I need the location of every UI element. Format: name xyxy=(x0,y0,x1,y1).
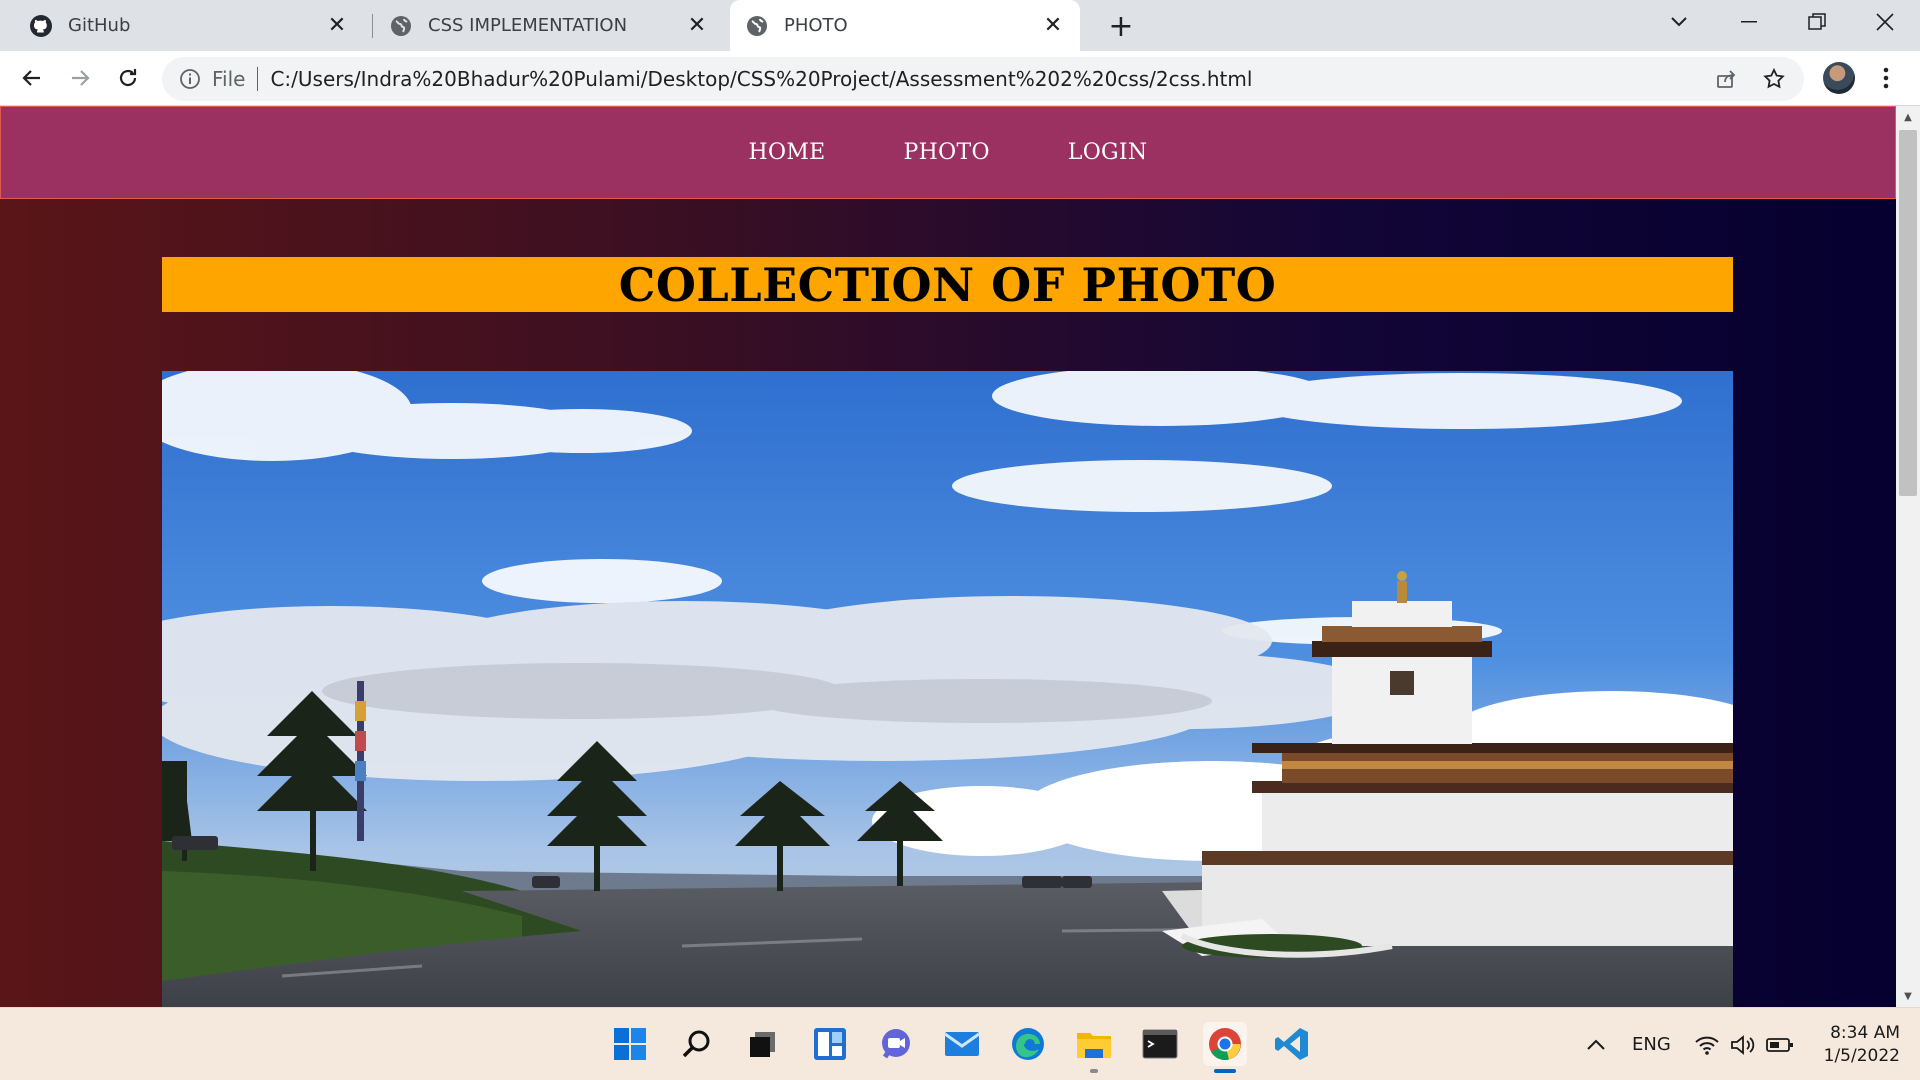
minimize-button[interactable] xyxy=(1716,0,1782,44)
system-clock[interactable]: 8:34 AM 1/5/2022 xyxy=(1800,1022,1900,1068)
scroll-up-arrow-icon[interactable]: ▲ xyxy=(1896,106,1920,128)
running-indicator xyxy=(1090,1069,1098,1073)
volume-icon[interactable] xyxy=(1730,1008,1756,1080)
vertical-scrollbar[interactable]: ▲ ▼ xyxy=(1896,106,1920,1007)
scroll-down-arrow-icon[interactable]: ▼ xyxy=(1896,985,1920,1007)
scrollbar-thumb[interactable] xyxy=(1899,130,1917,496)
clock-date: 1/5/2022 xyxy=(1823,1046,1900,1066)
page-heading: COLLECTION OF PHOTO xyxy=(618,257,1277,312)
windows-start-icon[interactable] xyxy=(608,1022,652,1066)
browser-toolbar: File C:/Users/Indra%20Bhadur%20Pulami/De… xyxy=(0,51,1920,106)
chrome-icon[interactable] xyxy=(1203,1022,1247,1066)
nav-login-link[interactable]: LOGIN xyxy=(1068,140,1148,165)
windows-taskbar: ENG 8:34 AM 1/5/2022 xyxy=(0,1007,1920,1080)
nav-home-link[interactable]: HOME xyxy=(749,140,826,165)
terminal-icon[interactable] xyxy=(1138,1022,1182,1066)
chat-icon[interactable] xyxy=(874,1022,918,1066)
tab-photo[interactable]: PHOTO ✕ xyxy=(730,0,1080,51)
tab-divider xyxy=(372,14,373,38)
bookmark-star-icon[interactable] xyxy=(1760,65,1788,93)
reload-button[interactable] xyxy=(110,60,146,96)
task-view-icon[interactable] xyxy=(741,1022,785,1066)
nav-photo-link[interactable]: PHOTO xyxy=(904,140,990,165)
close-tab-icon[interactable]: ✕ xyxy=(684,13,710,39)
language-indicator[interactable]: ENG xyxy=(1632,1008,1671,1080)
clock-time: 8:34 AM xyxy=(1830,1023,1900,1043)
site-navbar: HOME PHOTO LOGIN xyxy=(0,106,1896,199)
heading-banner: COLLECTION OF PHOTO xyxy=(162,257,1733,312)
mail-icon[interactable] xyxy=(940,1022,984,1066)
show-hidden-icons-chevron-up-icon[interactable] xyxy=(1586,1008,1606,1080)
close-tab-icon[interactable]: ✕ xyxy=(324,13,350,39)
close-window-button[interactable] xyxy=(1852,0,1918,44)
close-tab-icon[interactable]: ✕ xyxy=(1040,13,1066,39)
battery-icon[interactable] xyxy=(1766,1008,1794,1080)
tab-title: PHOTO xyxy=(784,15,848,36)
landscape-photo xyxy=(162,371,1733,1007)
active-app-indicator xyxy=(1214,1069,1236,1073)
url-text[interactable]: C:/Users/Indra%20Bhadur%20Pulami/Desktop… xyxy=(270,67,1252,91)
github-icon xyxy=(28,13,54,39)
tab-strip: GitHub ✕ CSS IMPLEMENTATION ✕ PHOTO ✕ + xyxy=(0,0,1920,51)
menu-kebab-icon[interactable] xyxy=(1870,62,1902,94)
info-icon[interactable] xyxy=(178,67,202,91)
globe-icon xyxy=(744,13,770,39)
restore-button[interactable] xyxy=(1784,0,1850,44)
profile-avatar[interactable] xyxy=(1823,62,1855,94)
tab-title: CSS IMPLEMENTATION xyxy=(428,15,628,36)
globe-icon xyxy=(388,13,414,39)
tab-css-implementation[interactable]: CSS IMPLEMENTATION ✕ xyxy=(374,0,724,51)
search-icon[interactable] xyxy=(675,1022,719,1066)
vscode-icon[interactable] xyxy=(1270,1022,1314,1066)
forward-button[interactable] xyxy=(62,60,98,96)
tab-title: GitHub xyxy=(68,15,131,36)
wifi-icon[interactable] xyxy=(1694,1008,1720,1080)
new-tab-button[interactable]: + xyxy=(1106,9,1136,44)
tab-github[interactable]: GitHub ✕ xyxy=(14,0,364,51)
scheme-label: File xyxy=(212,67,246,91)
widgets-icon[interactable] xyxy=(808,1022,852,1066)
edge-icon[interactable] xyxy=(1006,1022,1050,1066)
back-button[interactable] xyxy=(14,60,50,96)
file-explorer-icon[interactable] xyxy=(1072,1022,1116,1066)
share-icon[interactable] xyxy=(1712,65,1740,93)
page-viewport: HOME PHOTO LOGIN COLLECTION OF PHOTO xyxy=(0,106,1896,1007)
tab-search-chevron-down-icon[interactable] xyxy=(1646,0,1712,44)
address-bar[interactable]: File C:/Users/Indra%20Bhadur%20Pulami/De… xyxy=(162,57,1804,101)
divider xyxy=(257,67,259,91)
